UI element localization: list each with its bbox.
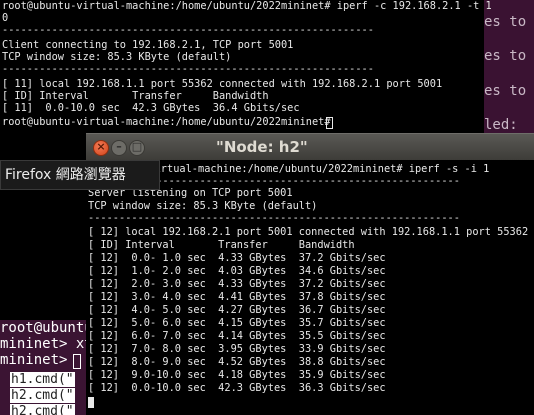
terminal-line: [ 12] 6.0- 7.0 sec 4.14 GBytes 35.5 Gbit… <box>88 330 386 342</box>
terminal-line: [ 12] 9.0-10.0 sec 4.18 GBytes 35.9 Gbit… <box>88 369 386 381</box>
maximize-button[interactable]: □ <box>129 140 145 156</box>
terminal-line: [ 12] local 192.168.2.1 port 5001 connec… <box>88 226 529 238</box>
terminal-prompt: u-virtual-machine:/home/ubuntu/2022minin… <box>136 163 490 175</box>
minimize-icon: – <box>116 140 122 153</box>
code-line: h2.cmd(" <box>10 404 75 415</box>
terminal-line: [ 12] 3.0- 4.0 sec 4.41 GBytes 37.8 Gbit… <box>88 291 386 303</box>
terminal-line: [ 12] 7.0- 8.0 sec 3.95 GBytes 33.9 Gbit… <box>88 343 386 355</box>
window-title: "Node: h2" <box>216 138 308 156</box>
terminal-line: [ 12] 1.0- 2.0 sec 4.03 GBytes 34.6 Gbit… <box>88 265 386 277</box>
code-line: h2.cmd(" <box>10 388 75 403</box>
launcher-tooltip: Firefox 網路瀏覽器 <box>0 160 160 190</box>
terminal-line: [ ID] Interval Transfer Bandwidth <box>2 90 269 102</box>
text-cursor <box>73 354 81 369</box>
terminal-line: [ 11] 0.0-10.0 sec 42.3 GBytes 36.4 Gbit… <box>2 102 300 114</box>
terminal-prompt: root@ubuntu-virtual-machine:/home/ubuntu… <box>2 116 337 128</box>
terminal-line: [ 12] 8.0- 9.0 sec 4.52 GBytes 38.8 Gbit… <box>88 356 386 368</box>
close-icon: × <box>96 140 106 153</box>
terminal-line: TCP window size: 85.3 KByte (default) <box>88 200 318 212</box>
server-terminal[interactable]: u-virtual-machine:/home/ubuntu/2022minin… <box>86 160 534 415</box>
text-cursor <box>326 117 333 129</box>
node-h2-titlebar[interactable]: × – □ "Node: h2" <box>86 133 534 161</box>
background-text-fragment: es to <box>484 14 527 30</box>
terminal-separator: ----------------------------------------… <box>2 24 374 36</box>
terminal-line: root@ubuntu-virtual-machine:/home/ubuntu… <box>2 0 492 12</box>
terminal-line: root@ubuntu <box>0 320 86 336</box>
terminal-line: [ 11] local 192.168.1.1 port 55362 conne… <box>2 78 443 90</box>
terminal-line: mininet> xt <box>0 336 86 352</box>
text-cursor <box>88 397 94 408</box>
code-line: h1.cmd(" <box>10 372 75 387</box>
terminal-line: [ 12] 0.0-10.0 sec 42.3 GBytes 36.3 Gbit… <box>88 382 386 394</box>
terminal-line: [ 12] 5.0- 6.0 sec 4.15 GBytes 35.7 Gbit… <box>88 317 386 329</box>
mininet-terminal[interactable]: root@ubuntu mininet> xt mininet> h1.cmd(… <box>0 320 86 415</box>
terminal-line: Client connecting to 192.168.2.1, TCP po… <box>2 39 294 51</box>
background-text-fragment: es to <box>484 83 527 99</box>
minimize-button[interactable]: – <box>111 140 127 156</box>
background-text-fragment: es to <box>484 48 527 64</box>
terminal-line: [ ID] Interval Transfer Bandwidth <box>88 239 355 251</box>
terminal-line: [ 12] 2.0- 3.0 sec 4.33 GBytes 37.2 Gbit… <box>88 278 386 290</box>
terminal-separator: ----------------------------------------… <box>88 212 460 224</box>
close-button[interactable]: × <box>93 140 109 156</box>
terminal-line: [ 12] 4.0- 5.0 sec 4.27 GBytes 36.7 Gbit… <box>88 304 386 316</box>
terminal-line: 0 <box>2 12 9 24</box>
terminal-line: [ 12] 0.0- 1.0 sec 4.33 GBytes 37.2 Gbit… <box>88 252 386 264</box>
client-terminal[interactable]: root@ubuntu-virtual-machine:/home/ubuntu… <box>0 0 492 132</box>
terminal-separator: ----------------------------------------… <box>2 63 374 75</box>
terminal-prompt: mininet> <box>0 352 76 368</box>
maximize-icon: □ <box>131 140 143 153</box>
terminal-line: TCP window size: 85.3 KByte (default) <box>2 51 232 63</box>
